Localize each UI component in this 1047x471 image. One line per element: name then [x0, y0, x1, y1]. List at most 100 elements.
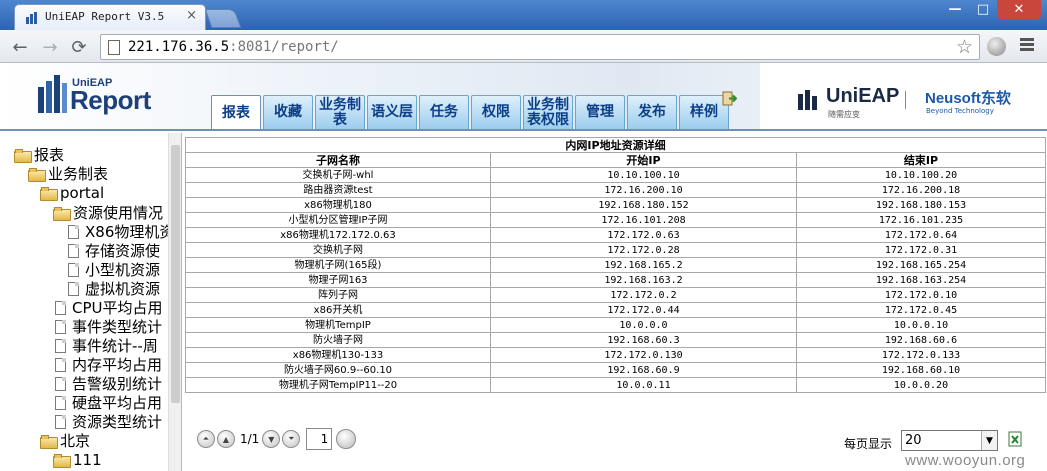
- tab-report[interactable]: 报表: [211, 95, 261, 129]
- tree-scrollbar[interactable]: [168, 133, 181, 471]
- tree-item-111[interactable]: 111: [53, 450, 102, 469]
- cell-end-ip: 172.16.200.18: [796, 182, 1046, 198]
- per-page-select[interactable]: 20 ▼: [901, 430, 998, 451]
- app-header: UniEAP Report 报表 收藏 业务制表 语义层 任务 权限 业务制表权…: [0, 63, 1047, 131]
- tab-business-table[interactable]: 业务制表: [315, 95, 365, 129]
- maximize-button[interactable]: □: [969, 0, 997, 19]
- cell-end-ip: 10.0.0.10: [796, 317, 1046, 333]
- extension-globe-icon[interactable]: [987, 37, 1006, 56]
- tree-scroll-thumb[interactable]: [171, 145, 180, 403]
- tab-close-icon[interactable]: ×: [186, 8, 197, 23]
- cell-start-ip: 172.172.0.44: [490, 302, 797, 318]
- tab-favorites[interactable]: 收藏: [263, 95, 313, 129]
- prev-page-button[interactable]: ▲: [217, 430, 235, 448]
- go-page-button[interactable]: [336, 429, 357, 449]
- tree-label: 存储资源使: [85, 242, 161, 260]
- cell-end-ip: 172.172.0.31: [796, 242, 1046, 258]
- tree-label: 报表: [34, 146, 65, 164]
- unieap-brand-icon: [798, 90, 817, 110]
- column-header-start-ip: 开始IP: [490, 152, 797, 168]
- document-icon: [55, 319, 66, 334]
- report-title: 内网IP地址资源详细: [185, 137, 1046, 153]
- document-icon: [68, 243, 79, 258]
- forward-arrow-icon[interactable]: →: [38, 35, 62, 59]
- table-row: 路由器资源test 172.16.200.10 172.16.200.18: [185, 182, 1046, 198]
- tree-item-business[interactable]: 业务制表: [28, 164, 108, 183]
- browser-tab[interactable]: UniEAP Report V3.5 ×: [14, 4, 206, 30]
- brand-neusoft-slogan: Beyond Technology: [926, 107, 994, 115]
- tree-label: portal: [60, 183, 105, 202]
- bookmark-star-icon[interactable]: ☆: [956, 36, 973, 58]
- tree-item-memory[interactable]: 内存平均占用: [55, 355, 162, 374]
- folder-open-icon: [28, 167, 46, 182]
- tree-label: 小型机资源: [85, 261, 161, 279]
- chevron-down-icon[interactable]: ▼: [981, 431, 997, 450]
- report-tree: 报表 业务制表 portal 资源使用情况 X86物理机资 存储资源使 小型机资…: [0, 133, 182, 471]
- tree-item-disk[interactable]: 硬盘平均占用: [55, 393, 162, 412]
- folder-open-icon: [40, 186, 58, 201]
- cell-start-ip: 172.172.0.63: [490, 227, 797, 243]
- folder-open-icon: [14, 148, 32, 163]
- cell-start-ip: 192.168.163.2: [490, 272, 797, 288]
- tab-management[interactable]: 管理: [575, 95, 625, 129]
- next-page-button[interactable]: ▼: [262, 430, 281, 448]
- tab-semantic-layer[interactable]: 语义层: [367, 95, 417, 129]
- browser-menu-icon[interactable]: [1020, 38, 1034, 52]
- cell-start-ip: 10.0.0.0: [490, 317, 797, 333]
- table-row: 防火墙子网 192.168.60.3 192.168.60.6: [185, 332, 1046, 348]
- cell-end-ip: 192.168.180.153: [796, 197, 1046, 213]
- tree-item-x86[interactable]: X86物理机资: [68, 222, 174, 241]
- column-header-subnet-name: 子网名称: [185, 152, 491, 168]
- close-window-button[interactable]: ✕: [997, 0, 1041, 19]
- cell-subnet-name: x86物理机180: [185, 197, 491, 213]
- cell-end-ip: 172.172.0.45: [796, 302, 1046, 318]
- cell-end-ip: 192.168.60.6: [796, 332, 1046, 348]
- cell-start-ip: 172.16.200.10: [490, 182, 797, 198]
- cell-start-ip: 192.168.165.2: [490, 257, 797, 273]
- folder-icon: [53, 453, 71, 468]
- first-page-button[interactable]: ⏶: [197, 430, 215, 448]
- folder-open-icon: [40, 434, 58, 449]
- document-icon: [55, 376, 66, 391]
- export-excel-icon[interactable]: [1008, 431, 1022, 447]
- tree-item-reports[interactable]: 报表: [14, 145, 64, 164]
- last-page-button[interactable]: ⏷: [282, 430, 301, 448]
- cell-start-ip: 172.16.101.208: [490, 212, 797, 228]
- minimize-button[interactable]: —: [941, 0, 969, 19]
- tree-item-beijing[interactable]: 北京: [40, 431, 90, 450]
- tree-item-cpu[interactable]: CPU平均占用: [55, 298, 163, 317]
- cell-subnet-name: 物理机子网(165段): [185, 257, 491, 273]
- tab-permissions[interactable]: 权限: [471, 95, 521, 129]
- address-bar[interactable]: 221.176.36.5:8081/report/ ☆: [100, 34, 980, 60]
- cell-start-ip: 192.168.60.3: [490, 332, 797, 348]
- cell-end-ip: 172.172.0.64: [796, 227, 1046, 243]
- back-arrow-icon[interactable]: ←: [8, 35, 32, 59]
- tree-item-event-weekly[interactable]: 事件统计--周: [55, 336, 158, 355]
- tree-item-resource-usage[interactable]: 资源使用情况: [53, 203, 163, 222]
- page-number-input[interactable]: 1: [306, 428, 333, 450]
- tree-item-event-type[interactable]: 事件类型统计: [55, 317, 162, 336]
- new-tab-button[interactable]: [204, 9, 242, 28]
- per-page-label: 每页显示: [844, 437, 893, 451]
- tree-item-minicomputer[interactable]: 小型机资源: [68, 260, 160, 279]
- tree-item-resource-type[interactable]: 资源类型统计: [55, 412, 162, 431]
- table-row: 物理机子网(165段) 192.168.165.2 192.168.165.254: [185, 257, 1046, 273]
- report-favicon-icon: [26, 12, 37, 24]
- tree-label: 111: [73, 450, 102, 469]
- tree-label: 事件统计--周: [72, 337, 158, 355]
- tree-item-storage[interactable]: 存储资源使: [68, 241, 160, 260]
- tab-tasks[interactable]: 任务: [419, 95, 469, 129]
- tab-business-table-permissions[interactable]: 业务制表权限: [523, 95, 573, 129]
- tree-item-portal[interactable]: portal: [40, 183, 104, 202]
- document-icon: [55, 338, 66, 353]
- exit-icon[interactable]: [722, 91, 737, 106]
- tree-item-alarm-level[interactable]: 告警级别统计: [55, 374, 162, 393]
- url-text[interactable]: 221.176.36.5:8081/report/: [128, 39, 339, 55]
- tree-item-vm[interactable]: 虚拟机资源: [68, 279, 160, 298]
- tree-label: 硬盘平均占用: [72, 394, 163, 412]
- tab-publish[interactable]: 发布: [627, 95, 677, 129]
- table-row: x86物理机172.172.0.63 172.172.0.63 172.172.0.…: [185, 227, 1046, 243]
- cell-start-ip: 172.172.0.2: [490, 287, 797, 303]
- brand-unieap: UniEAP: [826, 85, 900, 107]
- reload-icon[interactable]: ⟳: [67, 35, 91, 59]
